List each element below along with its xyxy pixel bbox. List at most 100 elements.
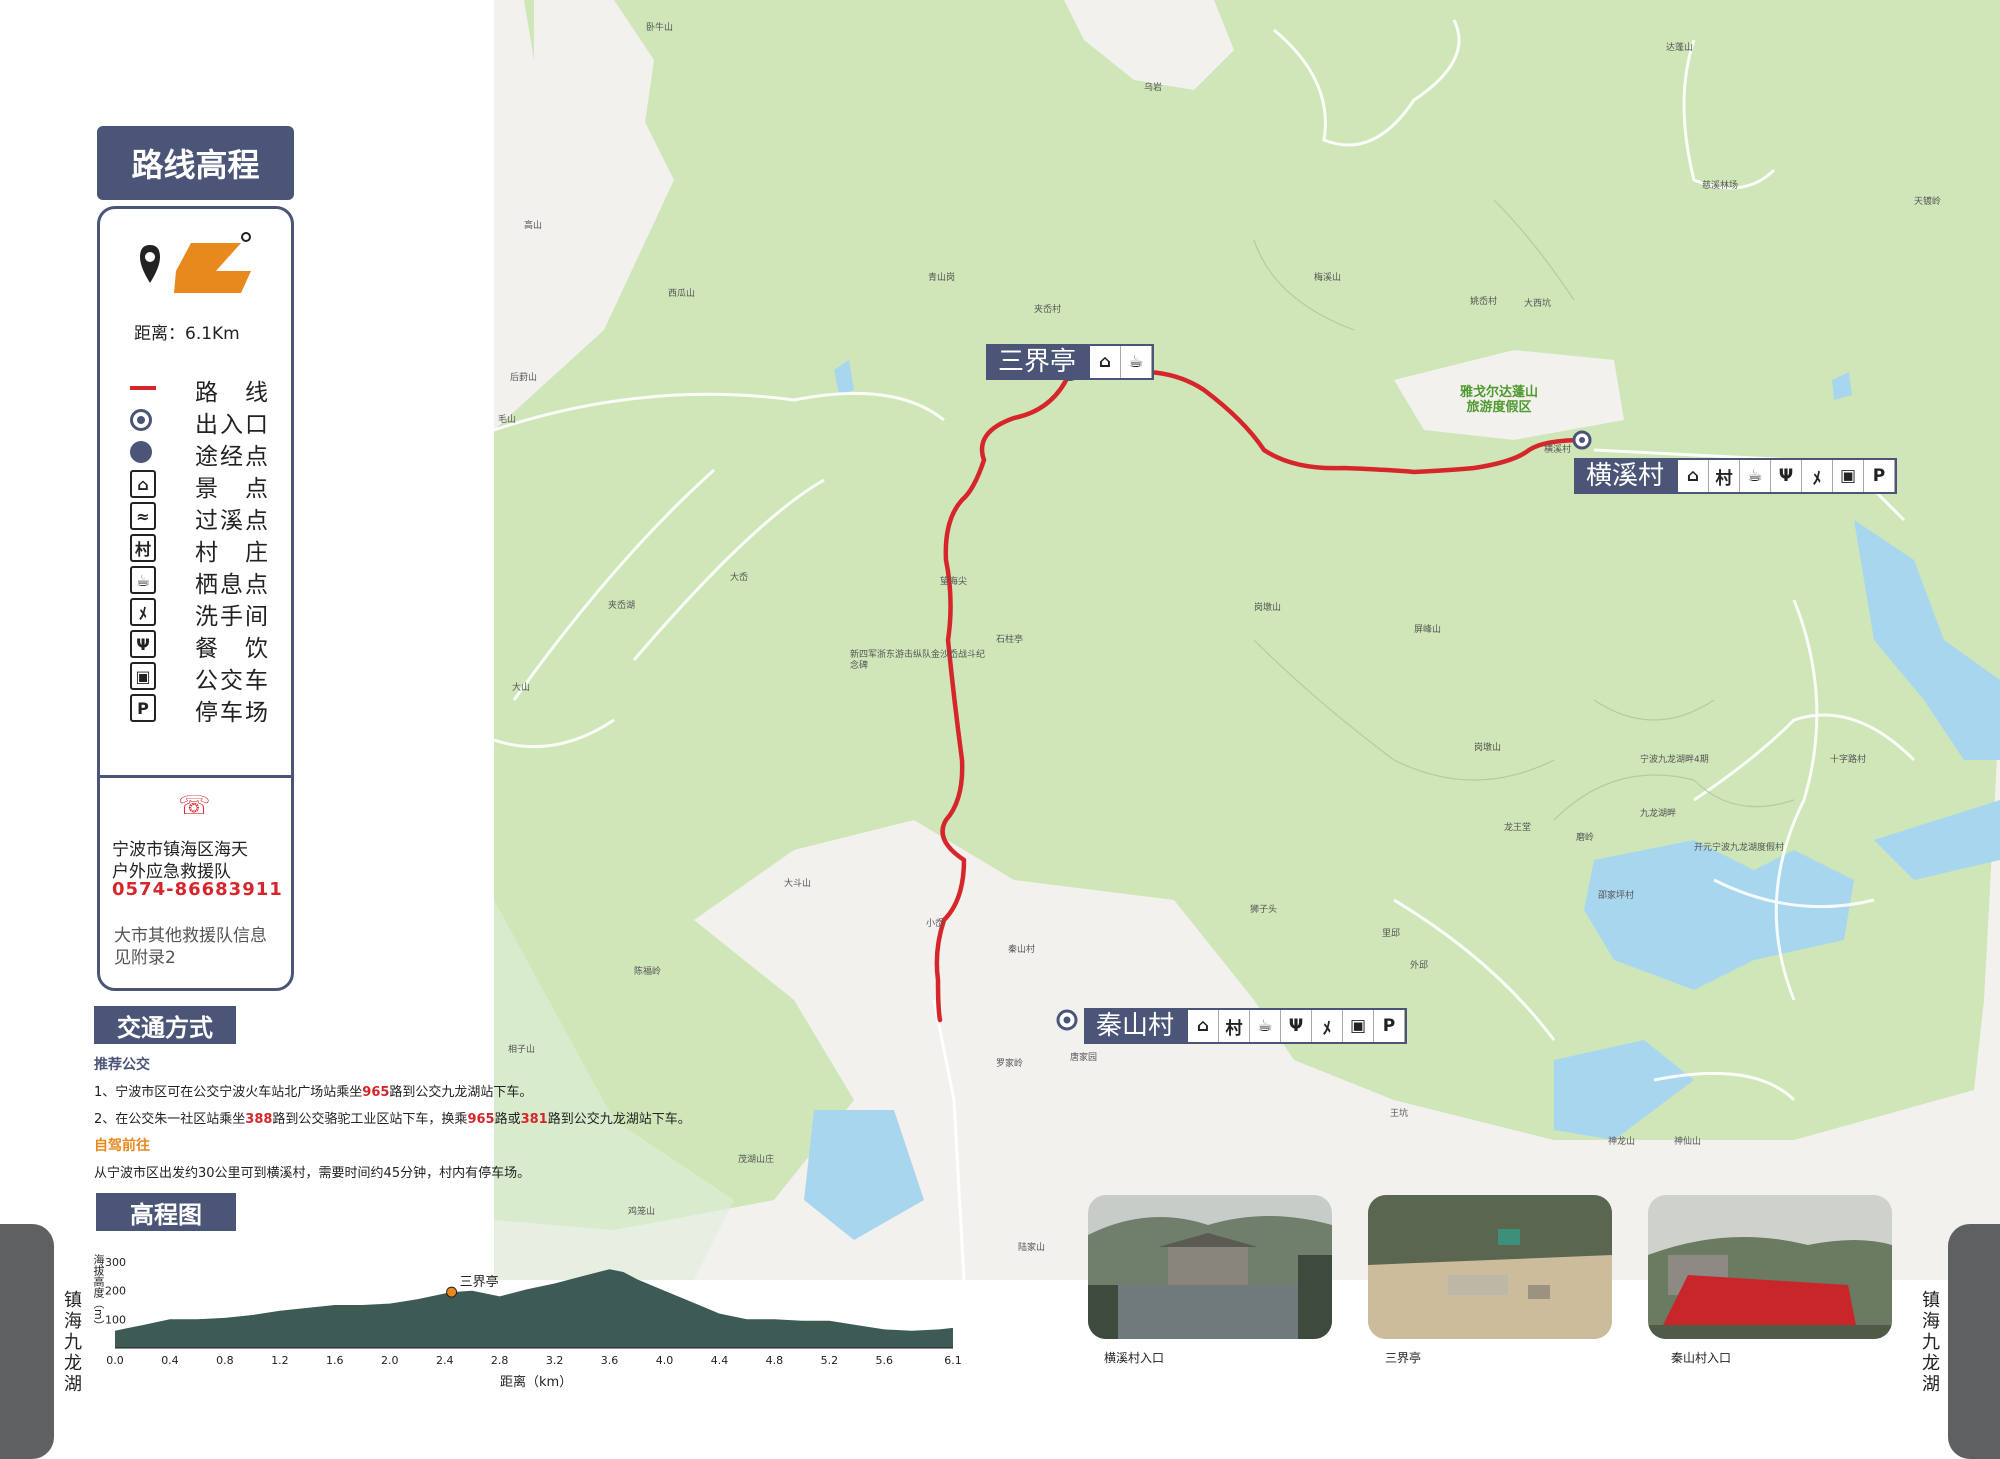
x-tick-label: 4.0: [656, 1354, 674, 1367]
stream-crossing-icon: ≈: [130, 502, 156, 530]
legend-label: 出入口: [195, 412, 270, 438]
elevation-xlabel: 距离（km）: [500, 1375, 573, 1390]
legend-item: [130, 437, 152, 467]
map-label: 屏峰山: [1414, 625, 1442, 635]
photo-caption: 秦山村入口: [1671, 1351, 1732, 1365]
legend-label: 路 线: [195, 380, 270, 406]
legend-label: 栖息点: [195, 572, 270, 598]
photo-hengxi-entrance[interactable]: [1088, 1195, 1332, 1339]
map-label: 青山岗: [928, 273, 956, 283]
village-icon: 村: [1219, 1010, 1251, 1042]
map-label: 达蓬山: [1666, 43, 1694, 53]
map-label: 石柱亭: [996, 635, 1024, 645]
map-label: 外邱: [1410, 961, 1429, 971]
page-title: 路线高程: [97, 126, 294, 200]
legend-item: P: [130, 693, 156, 723]
bus-icon: ▣: [1833, 460, 1865, 492]
legend-item: [130, 373, 156, 403]
map-label: 邵家坪村: [1598, 891, 1635, 901]
poi-icons: ⌂ ☕: [1088, 344, 1155, 380]
elevation-area: [115, 1269, 953, 1348]
bus-icon: ▣: [1343, 1010, 1375, 1042]
x-tick-label: 2.8: [491, 1354, 509, 1367]
legend-item: 村: [130, 533, 156, 563]
map-label: 狮子头: [1250, 905, 1278, 915]
map-label: 里邱: [1382, 929, 1401, 939]
legend-item: ⌂: [130, 469, 156, 499]
map-label: 新四军浙东游击纵队金沙岙战斗纪念碑: [850, 650, 986, 671]
entrance-exit-icon: [130, 409, 152, 431]
map-label: 天镀岭: [1914, 197, 1942, 207]
map-label: 唐家园: [1070, 1053, 1098, 1063]
dining-icon: Ψ: [1771, 460, 1803, 492]
legend-label: 停车场: [195, 700, 270, 726]
poi-name: 三界亭: [986, 344, 1089, 380]
map-label: 龙王堂: [1504, 823, 1532, 833]
map-label: 陈福岭: [634, 967, 662, 977]
map-label: 岗墩山: [1254, 603, 1282, 613]
village-icon: 村: [130, 534, 156, 562]
side-label-left: 镇海九龙湖: [61, 1290, 82, 1395]
map-label: 茂湖山庄: [738, 1155, 775, 1165]
parking-icon: P: [1864, 460, 1896, 492]
map-label: 大山: [512, 683, 531, 693]
rest-point-icon: ☕: [1740, 460, 1772, 492]
x-tick-label: 0.0: [106, 1354, 124, 1367]
poi-hengxi[interactable]: 横溪村 ⌂ 村 ☕ Ψ ﾒ ▣ P: [1574, 458, 1898, 494]
y-tick-label: 200: [105, 1285, 126, 1298]
map-label: 西瓜山: [668, 289, 696, 299]
map-label: 慈溪林场: [1702, 181, 1739, 191]
map-label: 横溪村: [1544, 445, 1572, 455]
map-label: 大西坑: [1524, 299, 1552, 309]
legend-label: 过溪点: [195, 508, 270, 534]
poi-icons: ⌂ 村 ☕ Ψ ﾒ ▣ P: [1186, 1008, 1408, 1044]
map-label: 毛山: [498, 415, 517, 425]
scenic-spot-icon: ⌂: [130, 470, 156, 498]
map-label: 宁波九龙湖畔4期: [1640, 755, 1709, 765]
poi-sanjieting[interactable]: 三界亭 ⌂ ☕: [986, 344, 1155, 380]
left-side-tab: [0, 1224, 54, 1459]
y-tick-label: 300: [105, 1256, 126, 1269]
elevation-ylabel: 海拔高度（m）: [92, 1254, 105, 1331]
photo-sanjieting[interactable]: [1368, 1195, 1612, 1339]
right-side-tab: [1948, 1224, 2000, 1459]
map-label: 神龙山: [1608, 1137, 1636, 1147]
x-tick-label: 4.4: [711, 1354, 729, 1367]
map-label: 陆家山: [1018, 1243, 1046, 1253]
x-tick-label: 2.4: [436, 1354, 454, 1367]
poi-qinshan[interactable]: 秦山村 ⌂ 村 ☕ Ψ ﾒ ▣ P: [1084, 1008, 1408, 1044]
legend-item: ☕: [130, 565, 156, 595]
x-tick-label: 5.6: [876, 1354, 894, 1367]
map-label: 王坑: [1390, 1109, 1409, 1119]
map-label: 梅溪山: [1314, 273, 1342, 283]
drive-heading: 自驾前往: [94, 1138, 150, 1154]
drive-text: 从宁波市区出发约30公里可到横溪村，需要时间约45分钟，村内有停车场。: [94, 1166, 531, 1181]
map-label: 磨岭: [1576, 833, 1595, 843]
photo-qinshan-entrance[interactable]: [1648, 1195, 1892, 1339]
route-map[interactable]: 雅戈尔达蓬山 旅游度假区 达蓬山 慈溪林场 天镀岭 横溪村 大西坑 屏峰山 岗墩…: [493, 0, 2000, 1281]
y-tick-label: 100: [105, 1313, 126, 1326]
map-label: 十字路村: [1830, 755, 1867, 765]
bus-route-2: 2、在公交朱一社区站乘坐388路到公交骆驼工业区站下车，换乘965路或381路到…: [94, 1112, 691, 1127]
scenic-spot-icon: ⌂: [1090, 346, 1122, 378]
rescue-phone[interactable]: 0574-86683911: [112, 879, 283, 900]
elevation-title: 高程图: [96, 1193, 236, 1231]
parking-icon: P: [130, 694, 156, 722]
map-label: 夹岙村: [1034, 305, 1062, 315]
x-tick-label: 5.2: [821, 1354, 839, 1367]
map-label: 开元宁波九龙湖度假村: [1694, 843, 1785, 853]
map-label: 九龙湖畔: [1640, 809, 1677, 819]
map-label: 夹岙湖: [608, 601, 636, 611]
rescue-phone-icon: ☏: [178, 791, 211, 821]
divider: [100, 775, 291, 778]
resort-label: 雅戈尔达蓬山 旅游度假区: [1460, 385, 1539, 415]
legend-item: ≈: [130, 501, 156, 531]
elevation-marker-label: 三界亭: [460, 1274, 499, 1290]
map-label: 大岙: [730, 573, 749, 583]
legend-label: 公交车: [195, 668, 270, 694]
scenic-spot-icon: ⌂: [1678, 460, 1710, 492]
village-icon: 村: [1709, 460, 1741, 492]
map-label: 姚岙村: [1470, 297, 1498, 307]
map-label: 望海尖: [940, 577, 968, 587]
restroom-icon: ﾒ: [130, 598, 156, 626]
